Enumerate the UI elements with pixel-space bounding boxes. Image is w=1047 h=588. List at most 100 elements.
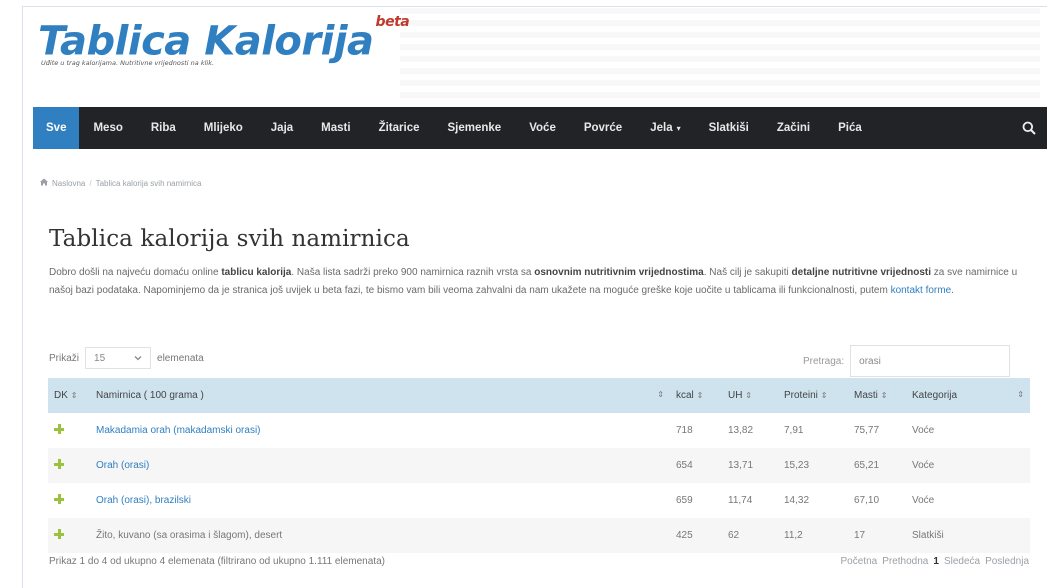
nav-label: Sve <box>46 122 67 134</box>
nav-item-slatkisi[interactable]: Slatkiši <box>695 107 763 149</box>
breadcrumb-separator: / <box>89 178 92 188</box>
nav-item-zacini[interactable]: Začini <box>763 107 824 149</box>
header-label: Namirnica ( 100 grama ) <box>96 390 204 401</box>
pager-last[interactable]: Poslednja <box>985 556 1029 567</box>
expand-cell[interactable] <box>48 448 90 483</box>
nav-item-pica[interactable]: Pića <box>824 107 876 149</box>
masti-cell: 17 <box>854 530 866 541</box>
table-row: Žito, kuvano (sa orasima i šlagom), dese… <box>48 518 1030 553</box>
sort-icon: ⇕ <box>820 391 828 400</box>
nav-label: Jela <box>650 122 673 134</box>
intro-text: Dobro došli na najveću domaću online tab… <box>49 264 1024 300</box>
breadcrumb: Naslovna / Tablica kalorija svih namirni… <box>40 178 201 188</box>
expand-plus-icon[interactable] <box>54 424 64 434</box>
header-label: Proteini <box>784 390 818 401</box>
nav-item-riba[interactable]: Riba <box>137 107 190 149</box>
sort-icon: ⇕ <box>1017 390 1024 399</box>
logo-text: Tablica Kalorija <box>38 18 374 65</box>
kategorija-cell: Slatkiši <box>912 530 944 541</box>
pager-first[interactable]: Početna <box>841 556 878 567</box>
food-name-cell: Orah (orasi), brazilski <box>90 483 670 518</box>
column-header-kategorija[interactable]: Kategorija ⇕ <box>906 378 1030 413</box>
caret-down-icon: ▾ <box>676 123 681 133</box>
nav-label: Sjemenke <box>447 122 502 134</box>
proteini-cell: 15,23 <box>784 460 810 471</box>
column-header-uh[interactable]: UH ⇕ <box>722 378 778 413</box>
table-row: Makadamia orah (makadamski orasi) 718 13… <box>48 413 1030 448</box>
header-label: UH <box>728 390 743 401</box>
intro-bold: osnovnim nutritivnim vrijednostima <box>534 267 704 278</box>
nav-label: Meso <box>93 122 123 134</box>
pagination: Početna Prethodna 1 Sledeća Poslednja <box>841 556 1029 567</box>
page-size-control: Prikaži 15 elemenata <box>49 347 204 369</box>
food-link[interactable]: Orah (orasi) <box>96 460 149 471</box>
uh-cell: 13,71 <box>728 460 754 471</box>
uh-cell: 11,74 <box>728 495 753 506</box>
pager-prev[interactable]: Prethodna <box>882 556 928 567</box>
column-header-proteini[interactable]: Proteini ⇕ <box>778 378 848 413</box>
uh-cell: 62 <box>728 530 740 541</box>
chevron-down-icon <box>134 353 142 364</box>
expand-plus-icon[interactable] <box>54 459 64 469</box>
entries-label: elemenata <box>157 352 204 364</box>
header-background <box>400 8 1040 98</box>
proteini-cell: 14,32 <box>784 495 810 506</box>
column-header-masti[interactable]: Masti ⇕ <box>848 378 906 413</box>
sort-icon: ⇕ <box>70 391 78 400</box>
pager-page-1[interactable]: 1 <box>933 556 939 567</box>
nav-item-jaja[interactable]: Jaja <box>257 107 307 149</box>
nav-item-mlijeko[interactable]: Mlijeko <box>190 107 257 149</box>
table-info: Prikaz 1 do 4 od ukupno 4 elemenata (fil… <box>49 556 385 567</box>
breadcrumb-current: Tablica kalorija svih namirnica <box>95 178 202 188</box>
nav-item-masti[interactable]: Masti <box>307 107 364 149</box>
food-name-cell: Makadamia orah (makadamski orasi) <box>90 413 670 448</box>
kcal-cell: 654 <box>676 460 693 471</box>
column-header-kcal[interactable]: kcal ⇕ <box>670 378 722 413</box>
nav-item-meso[interactable]: Meso <box>79 107 136 149</box>
expand-cell[interactable] <box>48 413 90 448</box>
breadcrumb-home-link[interactable]: Naslovna <box>52 179 85 188</box>
expand-plus-icon[interactable] <box>54 529 64 539</box>
nav-item-povrce[interactable]: Povrće <box>570 107 636 149</box>
nav-label: Voće <box>529 122 556 134</box>
kcal-cell: 659 <box>676 495 693 506</box>
header-label: Kategorija <box>912 390 958 401</box>
expand-cell[interactable] <box>48 518 90 553</box>
main-nav: Sve Meso Riba Mlijeko Jaja Masti Žitaric… <box>33 107 1047 149</box>
table-row: Orah (orasi) 654 13,71 15,23 65,21 Voće <box>48 448 1030 483</box>
nav-label: Mlijeko <box>203 122 243 134</box>
nav-item-zitarice[interactable]: Žitarice <box>365 107 434 149</box>
nav-label: Pića <box>838 122 862 134</box>
page-size-select[interactable]: 15 <box>85 347 152 369</box>
nav-item-voce[interactable]: Voće <box>515 107 570 149</box>
expand-plus-icon[interactable] <box>54 494 64 504</box>
search-icon[interactable] <box>1011 107 1047 149</box>
search-input[interactable]: orasi <box>850 345 1011 377</box>
intro-bold: detaljne nutritivne vrijednosti <box>791 267 932 278</box>
nav-item-jela-dropdown[interactable]: Jela ▾ <box>636 107 694 149</box>
food-name-cell: Žito, kuvano (sa orasima i šlagom), dese… <box>96 530 283 541</box>
masti-cell: 65,21 <box>854 460 880 471</box>
column-header-dk[interactable]: DK ⇕ <box>48 378 90 413</box>
expand-cell[interactable] <box>48 483 90 518</box>
contact-form-link[interactable]: kontakt forme <box>891 285 952 296</box>
site-logo[interactable]: Tablica Kalorija beta <box>38 14 410 65</box>
food-name-cell: Orah (orasi) <box>90 448 670 483</box>
nav-label: Riba <box>150 122 176 134</box>
column-header-namirnica[interactable]: Namirnica ( 100 grama ) ⇕ <box>90 378 670 413</box>
nav-item-sve[interactable]: Sve <box>33 107 80 149</box>
search-input-value: orasi <box>859 355 881 367</box>
nav-label: Slatkiši <box>708 122 749 134</box>
food-table: DK ⇕ Namirnica ( 100 grama ) ⇕ kcal ⇕ UH … <box>48 378 1030 553</box>
logo-beta-badge: beta <box>375 14 410 30</box>
masti-cell: 67,10 <box>854 495 880 506</box>
nav-item-sjemenke[interactable]: Sjemenke <box>434 107 516 149</box>
nav-label: Začini <box>776 122 811 134</box>
intro-segment: . Naš cilj je sakupiti <box>703 267 792 278</box>
pager-next[interactable]: Sledeća <box>944 556 980 567</box>
food-link[interactable]: Orah (orasi), brazilski <box>96 495 191 506</box>
proteini-cell: 11,2 <box>784 530 803 541</box>
site-brand[interactable]: Tablica Kalorija beta Uđite u trag kalori… <box>38 14 410 67</box>
food-link[interactable]: Makadamia orah (makadamski orasi) <box>96 425 261 436</box>
masti-cell: 75,77 <box>854 425 880 436</box>
